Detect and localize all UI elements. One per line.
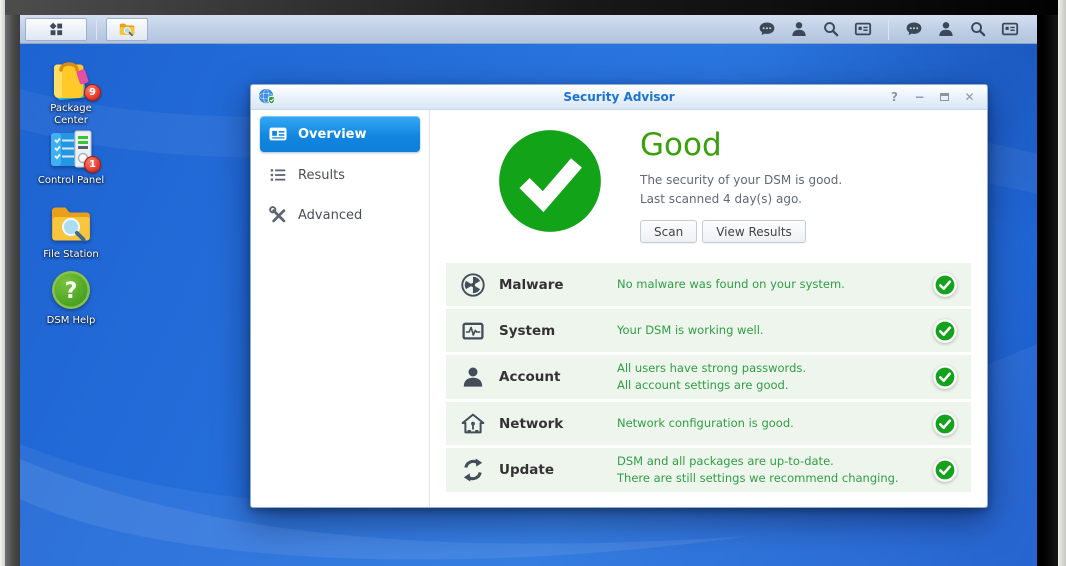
category-status: All users have strong passwords. All acc… (617, 360, 933, 394)
overview-panel: Good The security of your DSM is good. L… (430, 110, 987, 507)
user-icon[interactable] (790, 20, 808, 38)
taskbar (20, 15, 1037, 44)
taskbar-tray (758, 19, 1019, 40)
category-status: Network configuration is good. (617, 415, 933, 432)
status-ok-icon (933, 412, 957, 436)
security-description: The security of your DSM is good. (640, 171, 842, 190)
desktop-icon-label: DSM Help (47, 315, 96, 327)
category-row-update: Update DSM and all packages are up-to-da… (446, 448, 971, 492)
sidebar: Overview Results (251, 110, 430, 507)
sidebar-item-label: Advanced (298, 208, 362, 223)
user-icon[interactable] (937, 20, 955, 38)
category-row-malware: Malware No malware was found on your sys… (446, 263, 971, 306)
desktop-icon-control-panel[interactable]: 1 Control Panel (32, 128, 110, 187)
sidebar-item-results[interactable]: Results (260, 158, 420, 192)
category-label: Account (499, 369, 617, 385)
notification-badge: 9 (84, 84, 101, 101)
main-menu-button[interactable] (25, 18, 87, 41)
screen: 9 Package Center (20, 15, 1037, 566)
category-label: Malware (499, 277, 617, 293)
monitor-bezel-left (5, 0, 20, 566)
monitor-edge-left (0, 0, 5, 566)
update-icon (460, 457, 486, 483)
file-browser-button[interactable] (106, 18, 148, 41)
sidebar-item-advanced[interactable]: Advanced (260, 198, 420, 232)
desktop-icon-label: File Station (43, 249, 98, 261)
security-verdict: Good (640, 129, 842, 161)
sidebar-item-overview[interactable]: Overview (260, 116, 420, 152)
status-ok-icon (933, 273, 957, 297)
category-row-network: Network Network configuration is good. (446, 402, 971, 445)
window-titlebar[interactable]: Security Advisor ? − ✕ (251, 85, 987, 110)
sidebar-item-label: Overview (298, 127, 367, 142)
category-status: No malware was found on your system. (617, 276, 933, 293)
desktop-icon-label: Control Panel (38, 175, 104, 187)
dsm-help-icon: ? (48, 268, 94, 312)
category-status: Your DSM is working well. (617, 322, 933, 339)
search-icon[interactable] (822, 20, 840, 38)
category-label: Update (499, 462, 617, 478)
desktop-icon-dsm-help[interactable]: ? DSM Help (32, 268, 110, 327)
desktop-icon-package-center[interactable]: 9 Package Center (32, 56, 110, 127)
pilot-view-icon[interactable] (1001, 20, 1019, 38)
monitor-bezel-right (1037, 0, 1058, 566)
category-status: DSM and all packages are up-to-date. The… (617, 453, 933, 487)
file-station-icon (48, 202, 94, 246)
view-results-button[interactable]: View Results (702, 220, 806, 243)
overview-icon (268, 124, 288, 144)
maximize-button[interactable] (937, 90, 952, 105)
search-icon[interactable] (969, 20, 987, 38)
chat-icon[interactable] (758, 20, 776, 38)
close-button[interactable]: ✕ (962, 90, 977, 105)
system-icon (460, 318, 486, 344)
security-summary: Good The security of your DSM is good. L… (446, 128, 971, 243)
desktop-icon-file-station[interactable]: File Station (32, 202, 110, 261)
status-ok-icon (933, 365, 957, 389)
monitor-frame: 9 Package Center (0, 0, 1066, 566)
advanced-icon (268, 205, 288, 225)
notification-badge: 1 (84, 156, 101, 173)
desktop-icon-label: Package Center (32, 103, 110, 127)
main-menu-icon (47, 20, 65, 38)
monitor-edge-right (1058, 0, 1066, 566)
security-advisor-window: Security Advisor ? − ✕ (250, 84, 988, 508)
category-label: System (499, 323, 617, 339)
window-body: Overview Results (251, 110, 987, 507)
account-icon (460, 364, 486, 390)
minimize-button[interactable]: − (912, 90, 927, 105)
sidebar-item-label: Results (298, 168, 345, 183)
taskbar-divider (888, 19, 889, 40)
chat-icon[interactable] (905, 20, 923, 38)
desktop: 9 Package Center (20, 44, 1037, 566)
results-icon (268, 165, 288, 185)
scan-button[interactable]: Scan (640, 220, 697, 243)
category-label: Network (499, 416, 617, 432)
file-browser-icon (118, 20, 136, 38)
malware-icon (460, 272, 486, 298)
pilot-view-icon[interactable] (854, 20, 872, 38)
help-button[interactable]: ? (887, 90, 902, 105)
category-list: Malware No malware was found on your sys… (446, 263, 971, 492)
status-ok-icon (933, 458, 957, 482)
maximize-icon (940, 93, 949, 101)
window-controls: ? − ✕ (887, 90, 987, 105)
category-row-system: System Your DSM is working well. (446, 309, 971, 352)
last-scanned-text: Last scanned 4 day(s) ago. (640, 190, 842, 209)
security-advisor-app-icon (258, 88, 276, 106)
taskbar-divider (96, 19, 97, 40)
svg-text:?: ? (65, 279, 78, 304)
status-ok-icon (933, 319, 957, 343)
network-icon (460, 411, 486, 437)
big-check-icon (497, 128, 603, 234)
window-title: Security Advisor (251, 90, 987, 104)
category-row-account: Account All users have strong passwords.… (446, 355, 971, 399)
monitor-bezel-top (5, 0, 1058, 15)
